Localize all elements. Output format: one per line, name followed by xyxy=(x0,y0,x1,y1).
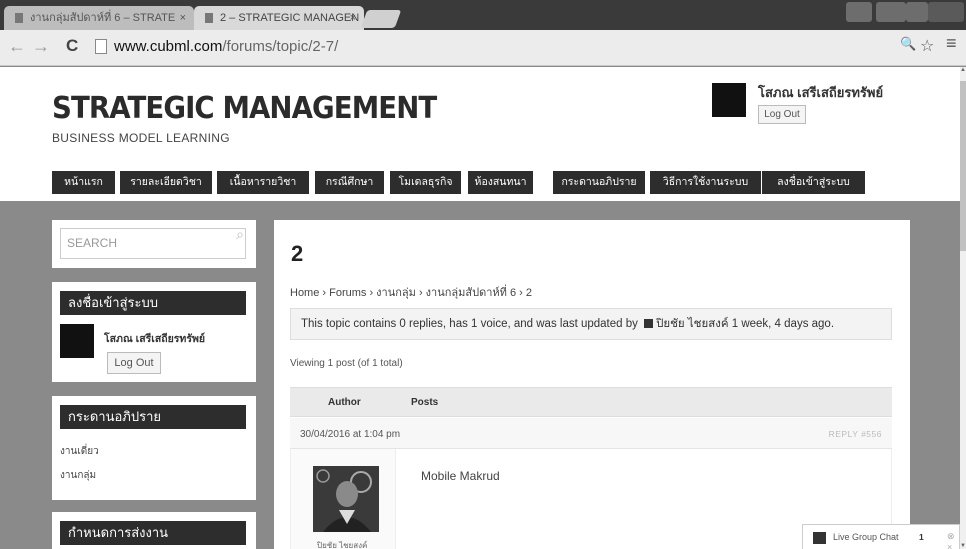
forum-link-group[interactable]: งานกลุ่ม xyxy=(60,468,96,483)
table-header: Author Posts xyxy=(290,387,892,417)
page-title: 2 xyxy=(291,241,304,266)
header-logout-button[interactable]: Log Out xyxy=(758,105,806,124)
topic-content: 2 Home › Forums › งานกลุ่ม › งานกลุ่มสัป… xyxy=(274,220,910,549)
forum-widget: กระดานอภิปราย งานเดี่ยว งานกลุ่ม xyxy=(52,396,256,500)
nav-item-course-content[interactable]: เนื้อหารายวิชา xyxy=(217,171,309,194)
notice-time-link[interactable]: 1 week, 4 days ago. xyxy=(732,318,834,330)
tab-close-icon[interactable]: × xyxy=(350,6,356,30)
post-date: 30/04/2016 at 1:04 pm xyxy=(300,429,401,440)
reload-icon[interactable]: C xyxy=(66,36,78,56)
author-column: ปิยชัย ไชยสงค์ xyxy=(291,449,396,549)
tab-title: งานกลุ่มสัปดาห์ที่ 6 – STRATE xyxy=(30,12,176,24)
chat-icon xyxy=(813,532,826,544)
maximize-button[interactable] xyxy=(906,2,928,22)
browser-tabstrip: งานกลุ่มสัปดาห์ที่ 6 – STRATE × 2 – STRA… xyxy=(0,0,966,30)
page-scrollbar[interactable]: ▲ ▼ xyxy=(960,67,966,549)
sidebar-logout-button[interactable]: Log Out xyxy=(107,352,161,374)
minimize-button[interactable] xyxy=(876,2,906,22)
notice-text: This topic contains 0 replies, has 1 voi… xyxy=(301,318,638,330)
search-icon[interactable]: ⌕ xyxy=(236,226,244,243)
chat-label[interactable]: Live Group Chat xyxy=(833,532,899,542)
nav-item-business-model[interactable]: โมเดลธุรกิจ xyxy=(390,171,461,194)
address-bar[interactable]: www.cubml.com/forums/topic/2-7/ xyxy=(114,38,338,55)
avatar xyxy=(644,319,654,329)
widget-title: ลงชื่อเข้าสู่ระบบ xyxy=(60,291,246,315)
header-user-name[interactable]: โสภณ เสรีเสถียรทรัพย์ xyxy=(758,82,883,103)
forum-link-individual[interactable]: งานเดี่ยว xyxy=(60,444,99,459)
tab-title: 2 – STRATEGIC MANAGEN xyxy=(220,12,360,24)
user-profile-icon[interactable] xyxy=(846,2,872,22)
browser-tab-1[interactable]: งานกลุ่มสัปดาห์ที่ 6 – STRATE × xyxy=(4,6,194,30)
login-widget: ลงชื่อเข้าสู่ระบบ โสภณ เสรีเสถียรทรัพย์ … xyxy=(52,282,256,382)
deadline-widget: กำหนดการส่งงาน xyxy=(52,512,256,549)
site-favicon-icon xyxy=(15,13,23,23)
chat-close-icon[interactable]: ⊗ × xyxy=(947,531,959,549)
post-actions[interactable]: REPLY #556 xyxy=(829,429,882,439)
breadcrumb[interactable]: Home › Forums › งานกลุ่ม › งานกลุ่มสัปดา… xyxy=(290,283,532,301)
post-content: Mobile Makrud xyxy=(421,469,500,483)
forward-arrow-icon[interactable]: → xyxy=(32,36,50,57)
page-icon xyxy=(95,39,107,54)
post-count: Viewing 1 post (of 1 total) xyxy=(290,358,403,369)
browser-toolbar: ← → C www.cubml.com/forums/topic/2-7/ 🔍 … xyxy=(0,30,966,66)
avatar[interactable] xyxy=(60,324,94,358)
browser-tab-2[interactable]: 2 – STRATEGIC MANAGEN × xyxy=(194,6,364,30)
column-author: Author xyxy=(328,397,361,408)
column-posts: Posts xyxy=(411,397,439,408)
site-header: STRATEGIC MANAGEMENT BUSINESS MODEL LEAR… xyxy=(0,67,960,201)
topic-notice: This topic contains 0 replies, has 1 voi… xyxy=(290,308,892,340)
author-name[interactable]: ปิยชัย ไชยสงค์ xyxy=(317,539,367,549)
scroll-up-icon[interactable]: ▲ xyxy=(960,67,966,73)
scroll-down-icon[interactable]: ▼ xyxy=(960,543,966,549)
site-title[interactable]: STRATEGIC MANAGEMENT xyxy=(52,91,437,126)
scroll-thumb[interactable] xyxy=(960,81,966,251)
close-window-button[interactable] xyxy=(928,2,964,22)
widget-title: กระดานอภิปราย xyxy=(60,405,246,429)
author-photo-image xyxy=(313,466,379,532)
post-header: 30/04/2016 at 1:04 pm REPLY #556 xyxy=(290,418,892,449)
notice-user-link[interactable]: ปิยชัย ไชยสงค์ xyxy=(656,318,728,330)
nav-item-home[interactable]: หน้าแรก xyxy=(52,171,115,194)
nav-item-course-details[interactable]: รายละเอียดวิชา xyxy=(120,171,212,194)
url-host: www.cubml.com xyxy=(114,38,223,55)
zoom-icon[interactable]: 🔍 xyxy=(900,36,916,52)
search-input[interactable]: SEARCH xyxy=(60,228,246,259)
nav-item-how-to-use[interactable]: วิธีการใช้งานระบบ xyxy=(650,171,761,194)
live-chat-widget[interactable]: Live Group Chat 1 ⊗ × xyxy=(802,524,960,549)
nav-item-discussion-board[interactable]: กระดานอภิปราย xyxy=(553,171,645,194)
chat-count-badge: 1 xyxy=(919,532,924,542)
site-favicon-icon xyxy=(205,13,213,23)
star-icon[interactable]: ☆ xyxy=(920,36,934,56)
nav-item-login[interactable]: ลงชื่อเข้าสู่ระบบ xyxy=(762,171,865,194)
url-path: /forums/topic/2-7/ xyxy=(222,38,339,55)
author-avatar[interactable] xyxy=(313,466,379,532)
new-tab-button[interactable] xyxy=(360,10,402,28)
sidebar-user-name[interactable]: โสภณ เสรีเสถียรทรัพย์ xyxy=(104,330,205,347)
tab-close-icon[interactable]: × xyxy=(180,6,186,30)
search-widget: SEARCH ⌕ xyxy=(52,220,256,268)
nav-item-case-studies[interactable]: กรณีศึกษา xyxy=(315,171,384,194)
nav-item-chat-room[interactable]: ห้องสนทนา xyxy=(468,171,533,194)
avatar[interactable] xyxy=(712,83,746,117)
site-tagline: BUSINESS MODEL LEARNING xyxy=(52,131,230,145)
menu-icon[interactable]: ≡ xyxy=(946,33,957,54)
back-arrow-icon[interactable]: ← xyxy=(8,36,26,57)
widget-title: กำหนดการส่งงาน xyxy=(60,521,246,545)
